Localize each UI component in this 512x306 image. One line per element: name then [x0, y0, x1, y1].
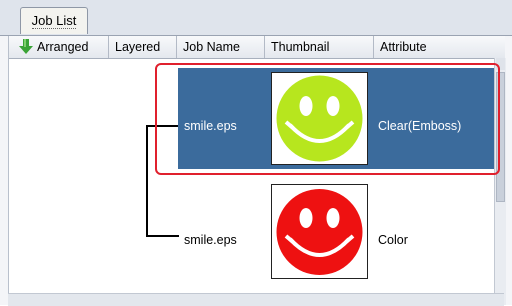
- tab-job-list[interactable]: Job List: [20, 7, 88, 34]
- job-name-text: smile.eps: [184, 119, 237, 133]
- column-layered-label: Layered: [115, 40, 161, 54]
- thumbnail-cell[interactable]: [265, 68, 374, 169]
- scrollbar-thumb[interactable]: [496, 72, 505, 202]
- column-arranged-label: Arranged: [37, 40, 89, 54]
- attribute-text: Color: [378, 233, 408, 247]
- tab-job-list-label: Job List: [31, 13, 77, 29]
- horizontal-scrollbar[interactable]: [8, 293, 504, 306]
- tree-connector-vertical: [146, 125, 148, 237]
- tab-strip: Job List: [0, 0, 512, 36]
- thumbnail-frame: [271, 184, 368, 279]
- column-attribute[interactable]: Attribute: [374, 36, 494, 58]
- tree-connector-bottom: [146, 235, 179, 237]
- vertical-scrollbar[interactable]: [494, 58, 506, 305]
- column-arranged[interactable]: Arranged: [9, 36, 109, 58]
- column-thumbnail-label: Thumbnail: [271, 40, 330, 54]
- column-thumbnail[interactable]: Thumbnail: [265, 36, 374, 58]
- tree-connector-top: [146, 125, 179, 127]
- column-layered[interactable]: Layered: [109, 36, 177, 58]
- smiley-face-icon: [276, 189, 363, 275]
- job-list-window: Job List Arranged Layered Job Name Thumb…: [0, 0, 512, 306]
- scroll-up-arrow-icon[interactable]: [496, 58, 505, 70]
- job-name-text: smile.eps: [184, 233, 237, 247]
- column-job-name[interactable]: Job Name: [177, 36, 265, 58]
- smiley-face-icon: [276, 75, 363, 162]
- job-name-cell[interactable]: smile.eps: [178, 68, 265, 169]
- column-job-name-label: Job Name: [183, 40, 240, 54]
- attribute-cell[interactable]: Clear(Emboss): [374, 68, 494, 169]
- green-down-arrow-icon: [19, 39, 33, 54]
- attribute-text: Clear(Emboss): [378, 119, 462, 133]
- column-attribute-label: Attribute: [380, 40, 427, 54]
- job-list-table: Arranged Layered Job Name Thumbnail Attr…: [8, 36, 506, 305]
- table-header: Arranged Layered Job Name Thumbnail Attr…: [9, 36, 505, 59]
- thumbnail-frame: [271, 72, 368, 165]
